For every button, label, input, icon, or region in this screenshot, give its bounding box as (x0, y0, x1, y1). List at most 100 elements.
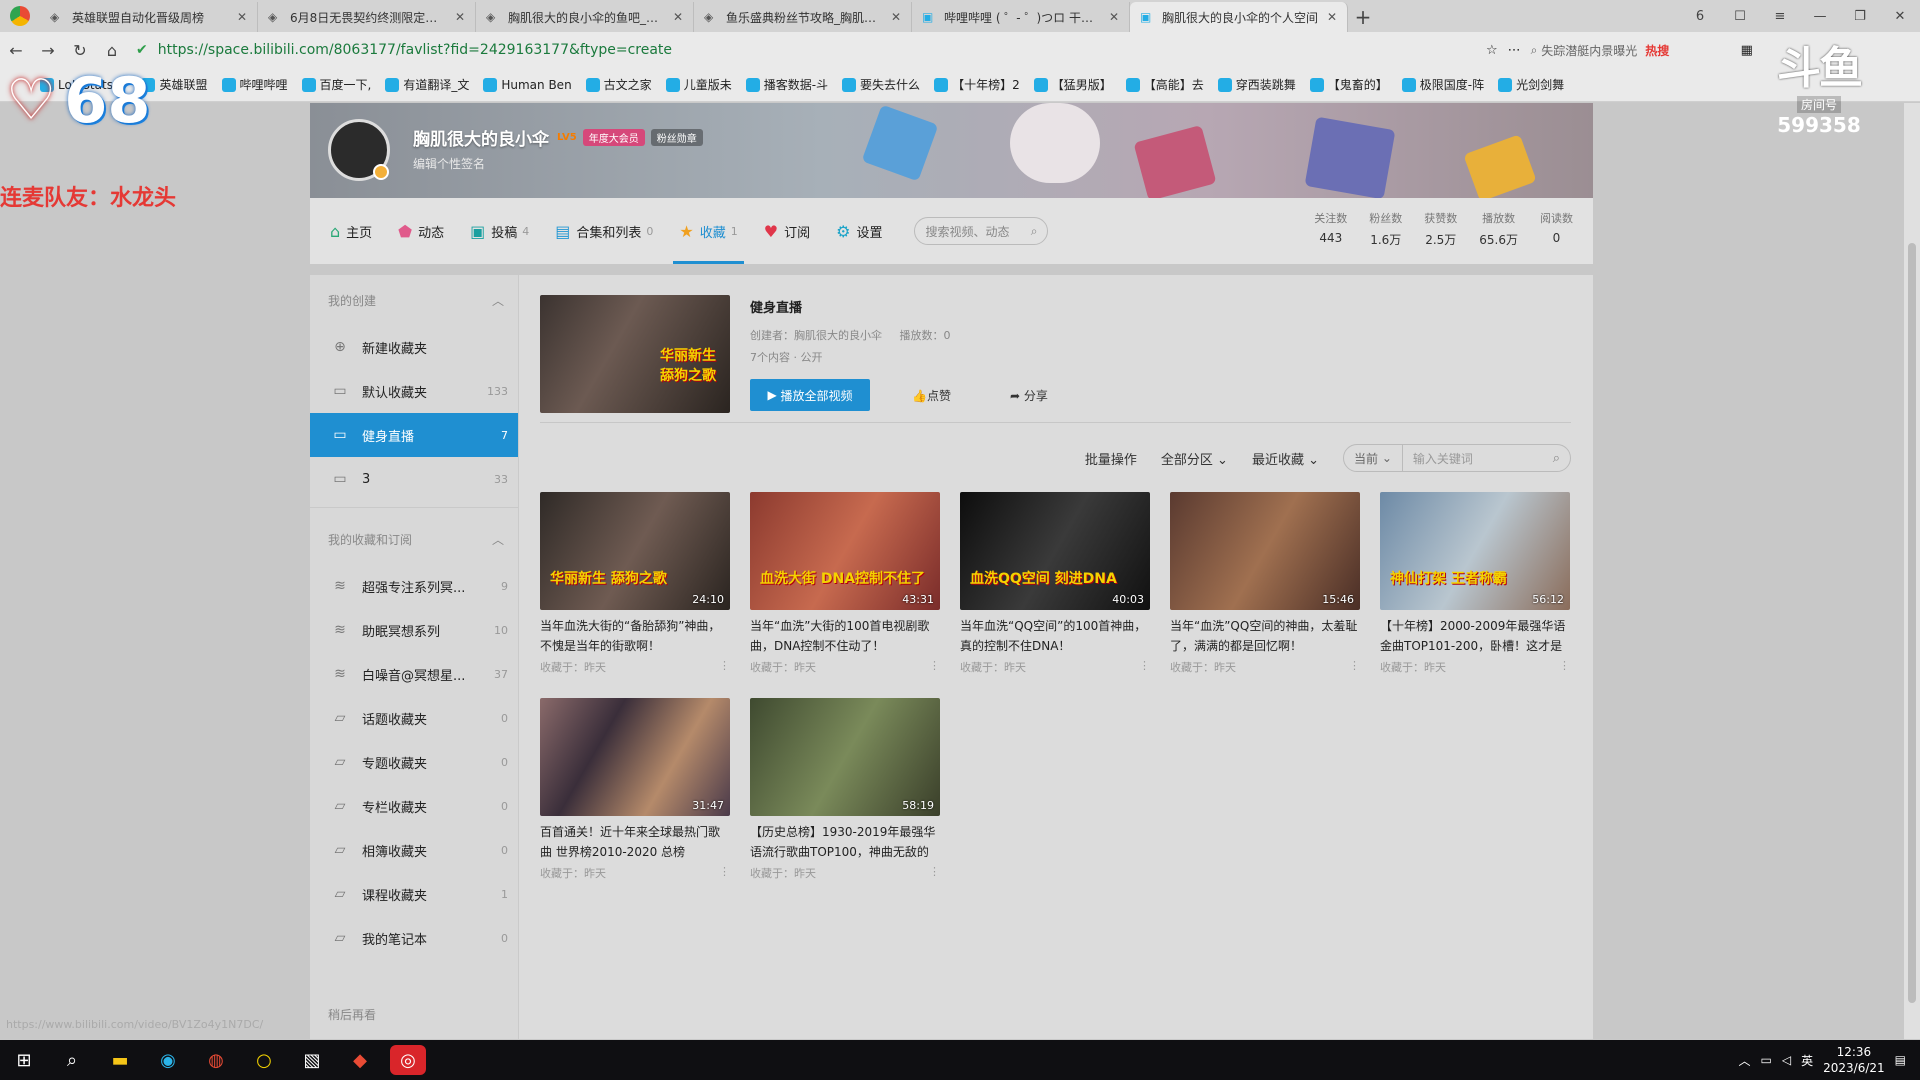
video-thumbnail[interactable]: 血洗大街 DNA控制不住了 43:31 (750, 492, 940, 610)
windows-start-icon[interactable]: ⊞ (0, 1040, 48, 1080)
video-title[interactable]: 当年血洗大街的“备胎舔狗”神曲，不愧是当年的街歌啊！ (540, 616, 730, 656)
stat-following[interactable]: 关注数 443 (1314, 210, 1347, 248)
sidebar-item-sub[interactable]: ▱ 话题收藏夹 0 (310, 696, 518, 740)
bookmark-item[interactable]: 【猛男版】 (1033, 76, 1112, 93)
video-card[interactable]: 31:47 百首通关！近十年来全球最热门歌曲 世界榜2010-2020 总榜TO… (540, 698, 730, 881)
video-card[interactable]: 血洗大街 DNA控制不住了 43:31 当年“血洗”大街的100首电视剧歌曲，DN… (750, 492, 940, 675)
more-vertical-icon[interactable]: ⋮ (719, 659, 730, 675)
play-all-button[interactable]: ▶ 播放全部视频 (750, 379, 870, 411)
scrollbar-thumb[interactable] (1908, 243, 1916, 1003)
sidebar-item-sub[interactable]: ▱ 课程收藏夹 1 (310, 872, 518, 916)
tab-dynamic[interactable]: ⬟ 动态 (398, 198, 444, 264)
network-icon[interactable]: ▭ (1761, 1053, 1772, 1067)
folder-cover[interactable]: 华丽新生 舔狗之歌 (540, 295, 730, 413)
forward-icon[interactable]: → (32, 34, 64, 66)
video-card[interactable]: 58:19 【历史总榜】1930-2019年最强华语流行歌曲TOP100，神曲无… (750, 698, 940, 881)
tab-collections[interactable]: ▤ 合集和列表 0 (555, 198, 653, 264)
bookmark-item[interactable]: 【鬼畜的】 (1309, 76, 1388, 93)
video-title[interactable]: 当年“血洗”大街的100首电视剧歌曲，DNA控制不住动了！ (750, 616, 940, 656)
browser-logo-icon[interactable] (0, 0, 40, 32)
sidebar-section-subscribed[interactable]: 我的收藏和订阅 ︿ (310, 514, 518, 564)
sidebar-section-created[interactable]: 我的创建 ︿ (310, 275, 518, 325)
bookmark-item[interactable]: Human Ben (483, 77, 572, 92)
bookmark-item[interactable]: 英雄联盟 (141, 76, 208, 93)
sidebar-item-sub[interactable]: ≋ 助眠冥想系列 10 (310, 608, 518, 652)
url-field[interactable]: ✔ https://space.bilibili.com/8063177/fav… (136, 37, 1476, 63)
browser-tab[interactable]: ◈ 英雄联盟自动化晋级周榜 ✕ (40, 2, 258, 32)
ime-indicator[interactable]: 英 (1801, 1052, 1813, 1069)
keyword-input[interactable]: 输入关键词 (1403, 450, 1553, 467)
video-thumbnail[interactable]: 血洗QQ空间 刻进DNA 40:03 (960, 492, 1150, 610)
apps-grid-icon[interactable]: ▦ (1741, 43, 1753, 58)
minimize-icon[interactable]: — (1800, 0, 1840, 32)
volume-icon[interactable]: ◁ (1782, 1053, 1791, 1067)
bookmark-item[interactable]: 百度一下, (301, 76, 371, 93)
bookmark-item[interactable]: 【高能】去 (1125, 76, 1204, 93)
browser-search-box[interactable]: ⌕ 失踪潜艇内景曝光 热搜 (1531, 42, 1731, 59)
browser-tab[interactable]: ◈ 鱼乐盛典粉丝节攻略_胸肌很大 ✕ (694, 2, 912, 32)
bookmark-item[interactable]: 播客数据-斗 (745, 76, 828, 93)
video-card[interactable]: 华丽新生 舔狗之歌 24:10 当年血洗大街的“备胎舔狗”神曲，不愧是当年的街歌啊… (540, 492, 730, 675)
signature-field[interactable]: 编辑个性签名 (413, 155, 485, 172)
video-card[interactable]: 血洗QQ空间 刻进DNA 40:03 当年血洗“QQ空间”的100首神曲，真的控制… (960, 492, 1150, 675)
fan-badge[interactable]: 粉丝勋章 (650, 129, 703, 146)
browser-tab[interactable]: ◈ 胸肌很大的良小伞的鱼吧_斗鱼 ✕ (476, 2, 694, 32)
close-window-icon[interactable]: ✕ (1880, 0, 1920, 32)
search-icon[interactable]: ⌕ (1031, 224, 1038, 239)
video-card[interactable]: 神仙打架 王者称霸 56:12 【十年榜】2000-2009年最强华语金曲TOP1… (1380, 492, 1570, 675)
bookmark-item[interactable]: 有道翻译_文 (385, 76, 469, 93)
sidebar-item-sub[interactable]: ▱ 专栏收藏夹 0 (310, 784, 518, 828)
app-circle-icon[interactable]: ○ (240, 1040, 288, 1080)
bookmark-item[interactable]: 光剑剑舞 (1498, 76, 1564, 93)
hot-search-label[interactable]: 热搜 (1645, 42, 1669, 59)
tab-close-icon[interactable]: ✕ (1109, 10, 1119, 24)
like-button[interactable]: 👍点赞 (912, 387, 951, 404)
bookmark-item[interactable]: 穿西装跳舞 (1217, 76, 1296, 93)
tab-close-icon[interactable]: ✕ (455, 10, 465, 24)
video-thumbnail[interactable]: 31:47 (540, 698, 730, 816)
tab-settings[interactable]: ⚙ 设置 (836, 198, 882, 264)
video-card[interactable]: 15:46 当年“血洗”QQ空间的神曲，太羞耻了，满满的都是回忆啊！ 收藏于：昨… (1170, 492, 1360, 675)
back-icon[interactable]: ← (0, 34, 32, 66)
video-title[interactable]: 当年血洗“QQ空间”的100首神曲，真的控制不住DNA！ (960, 616, 1150, 656)
app-red-icon[interactable]: ◆ (336, 1040, 384, 1080)
tab-home[interactable]: ⌂ 主页 (330, 198, 372, 264)
video-title[interactable]: 【十年榜】2000-2009年最强华语金曲TOP101-200，卧槽！这才是 (1380, 616, 1570, 656)
tab-subscriptions[interactable]: ♥ 订阅 (764, 198, 810, 264)
sort-dropdown[interactable]: 最近收藏 ⌄ (1252, 449, 1319, 468)
sidebar-item-sub[interactable]: ≋ 白噪音@冥想星... 37 (310, 652, 518, 696)
sidebar-item-sub[interactable]: ≋ 超强专注系列冥... 9 (310, 564, 518, 608)
browser-icon[interactable]: ◍ (192, 1040, 240, 1080)
browser-tab[interactable]: ◈ 6月8日无畏契约终测限定福利 ✕ (258, 2, 476, 32)
file-explorer-icon[interactable]: ▬ (96, 1040, 144, 1080)
tab-uploads[interactable]: ▣ 投稿 4 (470, 198, 529, 264)
more-vertical-icon[interactable]: ⋮ (1349, 659, 1360, 675)
search-icon[interactable]: ⌕ (48, 1040, 96, 1080)
menu-icon[interactable]: ≡ (1760, 0, 1800, 32)
video-thumbnail[interactable]: 58:19 (750, 698, 940, 816)
app-window-icon[interactable]: ▧ (288, 1040, 336, 1080)
sidebar-item-fitness-live[interactable]: ▭ 健身直播 7 (310, 413, 518, 457)
sidebar-item-new-folder[interactable]: ⊕ 新建收藏夹 (310, 325, 518, 369)
more-vertical-icon[interactable]: ⋮ (929, 659, 940, 675)
more-icon[interactable]: ⋯ (1508, 43, 1521, 58)
sidebar-item-sub[interactable]: ▱ 专题收藏夹 0 (310, 740, 518, 784)
browser-tab-active[interactable]: ▣ 胸肌很大的良小伞的个人空间 ✕ (1130, 2, 1348, 32)
video-thumbnail[interactable]: 华丽新生 舔狗之歌 24:10 (540, 492, 730, 610)
bookmark-item[interactable]: 哔哩哔哩 (221, 76, 288, 93)
tab-count-badge[interactable]: 6 (1680, 0, 1720, 32)
sidebar-item-default[interactable]: ▭ 默认收藏夹 133 (310, 369, 518, 413)
video-thumbnail[interactable]: 神仙打架 王者称霸 56:12 (1380, 492, 1570, 610)
chevron-up-icon[interactable]: ︿ (1739, 1052, 1751, 1069)
sidebar-item-sub[interactable]: ▱ 我的笔记本 0 (310, 916, 518, 960)
tab-close-icon[interactable]: ✕ (237, 10, 247, 24)
sidebar-item-3[interactable]: ▭ 3 33 (310, 457, 518, 501)
tab-close-icon[interactable]: ✕ (673, 10, 683, 24)
home-icon[interactable]: ⌂ (96, 34, 128, 66)
bookmark-item[interactable]: 儿童版未 (665, 76, 732, 93)
browser-tab[interactable]: ▣ 哔哩哔哩 ( ゜- ゜)つロ 干杯~ ✕ (912, 2, 1130, 32)
video-title[interactable]: 百首通关！近十年来全球最热门歌曲 世界榜2010-2020 总榜TOP100 (540, 822, 730, 862)
restore-icon[interactable]: ❐ (1840, 0, 1880, 32)
netease-music-icon[interactable]: ◎ (390, 1045, 426, 1075)
page-scrollbar[interactable] (1904, 103, 1920, 1039)
